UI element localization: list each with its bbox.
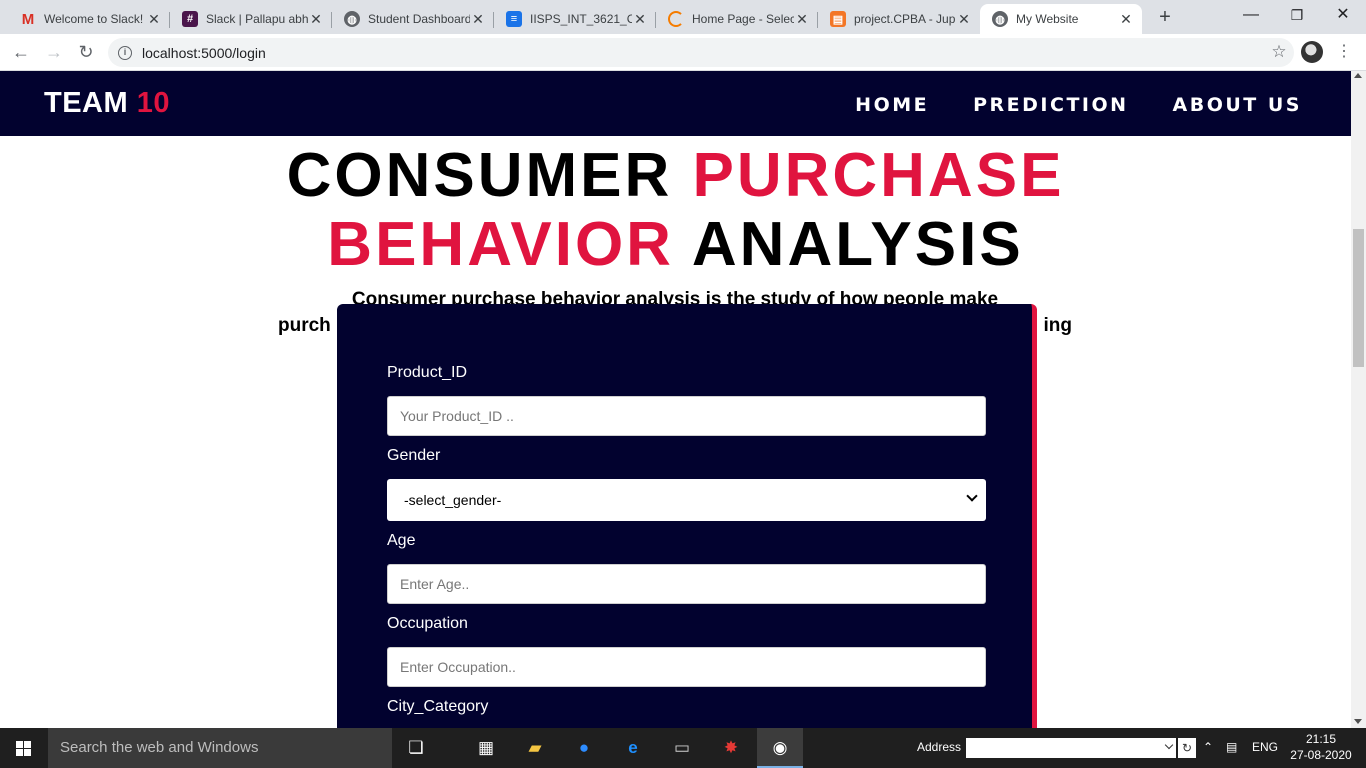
close-tab-icon[interactable]: ✕: [1118, 11, 1134, 28]
form-icon: ≡: [506, 11, 522, 27]
site-logo[interactable]: TEAM 10: [44, 87, 170, 120]
site-info-icon[interactable]: i: [118, 45, 132, 60]
hero-title: CONSUMER PURCHASE BEHAVIOR ANALYSIS: [0, 141, 1351, 279]
taskbar-address-input[interactable]: [966, 738, 1176, 758]
close-tab-icon[interactable]: ✕: [794, 11, 810, 28]
tab-title: Home Page - Selec: [692, 12, 794, 26]
taskbar-clock[interactable]: 21:15 27-08-2020: [1290, 731, 1352, 763]
browser-tab[interactable]: M Welcome to Slack! ✕: [8, 4, 170, 34]
restore-icon[interactable]: ❐: [1274, 0, 1320, 32]
hero-description-fragment: purch: [278, 315, 331, 336]
clock-date: 27-08-2020: [1290, 748, 1352, 762]
tab-title: My Website: [1016, 12, 1079, 26]
slack-icon: #: [182, 11, 198, 27]
forward-icon[interactable]: →: [42, 40, 66, 64]
scrollbar-thumb[interactable]: [1353, 229, 1364, 367]
minimize-icon[interactable]: —: [1228, 0, 1274, 32]
spider-icon[interactable]: ✸: [719, 736, 743, 760]
reload-icon[interactable]: ↻: [74, 40, 98, 64]
profile-avatar[interactable]: [1301, 41, 1323, 63]
product-id-input[interactable]: [387, 396, 986, 436]
product-id-label: Product_ID: [387, 364, 468, 381]
new-tab-icon[interactable]: +: [1154, 6, 1176, 28]
age-input[interactable]: [387, 564, 986, 604]
brand-number: 10: [136, 87, 170, 119]
address-go-icon[interactable]: ↻: [1178, 738, 1196, 758]
site-navbar: TEAM 10 HOME PREDICTION ABOUT US: [0, 71, 1351, 136]
address-bar[interactable]: i localhost:5000/login ☆: [108, 38, 1294, 67]
nav-about-link[interactable]: ABOUT US: [1173, 94, 1302, 116]
site-nav: HOME PREDICTION ABOUT US: [855, 94, 1302, 116]
hero-title-word-accent: BEHAVIOR: [327, 210, 674, 279]
browser-menu-icon[interactable]: ⋮: [1336, 40, 1352, 64]
globe-icon: ◍: [344, 11, 360, 27]
browser-tab[interactable]: ▤ project.CPBA - Jup ✕: [818, 4, 980, 34]
close-tab-icon[interactable]: ✕: [470, 11, 486, 28]
scroll-up-icon[interactable]: [1354, 73, 1362, 78]
prediction-form: Product_ID Gender -select_gender- Age Oc…: [337, 304, 1037, 728]
tray-chevron-up-icon[interactable]: ⌃: [1203, 740, 1213, 754]
chrome-icon: ◉: [772, 738, 788, 757]
chrome-taskbar-button[interactable]: ◉: [757, 728, 803, 768]
tray-network-icon[interactable]: ▤: [1226, 740, 1237, 754]
chevron-down-icon[interactable]: [1164, 740, 1174, 750]
clock-time: 21:15: [1305, 732, 1337, 746]
back-icon[interactable]: ←: [9, 40, 33, 64]
zoom-icon[interactable]: ●: [572, 736, 596, 760]
file-explorer-icon[interactable]: ▰: [523, 736, 547, 760]
tab-title: IISPS_INT_3621_Co: [530, 12, 632, 26]
gender-select[interactable]: -select_gender-: [387, 479, 986, 521]
windows-start-icon[interactable]: [0, 728, 48, 768]
nav-home-link[interactable]: HOME: [855, 94, 929, 116]
page-viewport: TEAM 10 HOME PREDICTION ABOUT US CONSUME…: [0, 71, 1351, 728]
browser-tab[interactable]: # Slack | Pallapu abh ✕: [170, 4, 332, 34]
age-label: Age: [387, 532, 416, 549]
tab-title: Student Dashboard: [368, 12, 470, 26]
hero-title-word-accent: PURCHASE: [692, 141, 1065, 210]
gender-select-value: -select_gender-: [404, 492, 502, 508]
task-view-icon[interactable]: ❏: [404, 736, 428, 760]
brand-prefix: TEAM: [44, 87, 129, 119]
edge-icon[interactable]: e: [621, 736, 645, 760]
occupation-input[interactable]: [387, 647, 986, 687]
globe-icon: ◍: [992, 11, 1008, 27]
browser-tab[interactable]: Home Page - Selec ✕: [656, 4, 818, 34]
hero-description-fragment: ing: [1043, 315, 1073, 336]
taskbar-address-label: Address: [917, 740, 962, 754]
gmail-icon: M: [21, 10, 35, 28]
browser-tab[interactable]: ◍ Student Dashboard ✕: [332, 4, 494, 34]
hero-title-word: ANALYSIS: [691, 210, 1024, 279]
url-text: localhost:5000/login: [142, 44, 266, 61]
scroll-down-icon[interactable]: [1354, 719, 1362, 724]
hero-title-word: CONSUMER: [286, 141, 673, 210]
windows-taskbar: Search the web and Windows ❏ ▦ ▰ ● e ▭ ✸…: [0, 728, 1366, 768]
tab-title: Slack | Pallapu abh: [206, 12, 308, 26]
taskbar-search[interactable]: Search the web and Windows: [48, 728, 392, 768]
city-category-label: City_Category: [387, 698, 489, 715]
close-tab-icon[interactable]: ✕: [956, 11, 972, 28]
chevron-down-icon: [966, 490, 978, 502]
browser-tab[interactable]: ≡ IISPS_INT_3621_Co ✕: [494, 4, 656, 34]
occupation-label: Occupation: [387, 615, 468, 632]
close-window-icon[interactable]: ✕: [1320, 0, 1366, 32]
notebook-icon: ▤: [830, 11, 846, 27]
nav-prediction-link[interactable]: PREDICTION: [973, 94, 1128, 116]
tab-title: project.CPBA - Jup: [854, 12, 956, 26]
close-tab-icon[interactable]: ✕: [308, 11, 324, 28]
browser-tab-strip: M Welcome to Slack! ✕ # Slack | Pallapu …: [0, 0, 1366, 34]
terminal-icon[interactable]: ▭: [670, 736, 694, 760]
page-scrollbar[interactable]: [1351, 71, 1366, 728]
close-tab-icon[interactable]: ✕: [146, 11, 162, 28]
browser-toolbar: ← → ↻ i localhost:5000/login ☆: [0, 34, 1366, 71]
gender-label: Gender: [387, 447, 441, 464]
calculator-icon[interactable]: ▦: [474, 736, 498, 760]
loading-icon: [668, 11, 684, 27]
tray-language[interactable]: ENG: [1252, 740, 1278, 754]
tab-title: Welcome to Slack!: [44, 12, 144, 26]
browser-tab-active[interactable]: ◍ My Website ✕: [980, 4, 1142, 34]
close-tab-icon[interactable]: ✕: [632, 11, 648, 28]
bookmark-star-icon[interactable]: ☆: [1264, 42, 1294, 62]
